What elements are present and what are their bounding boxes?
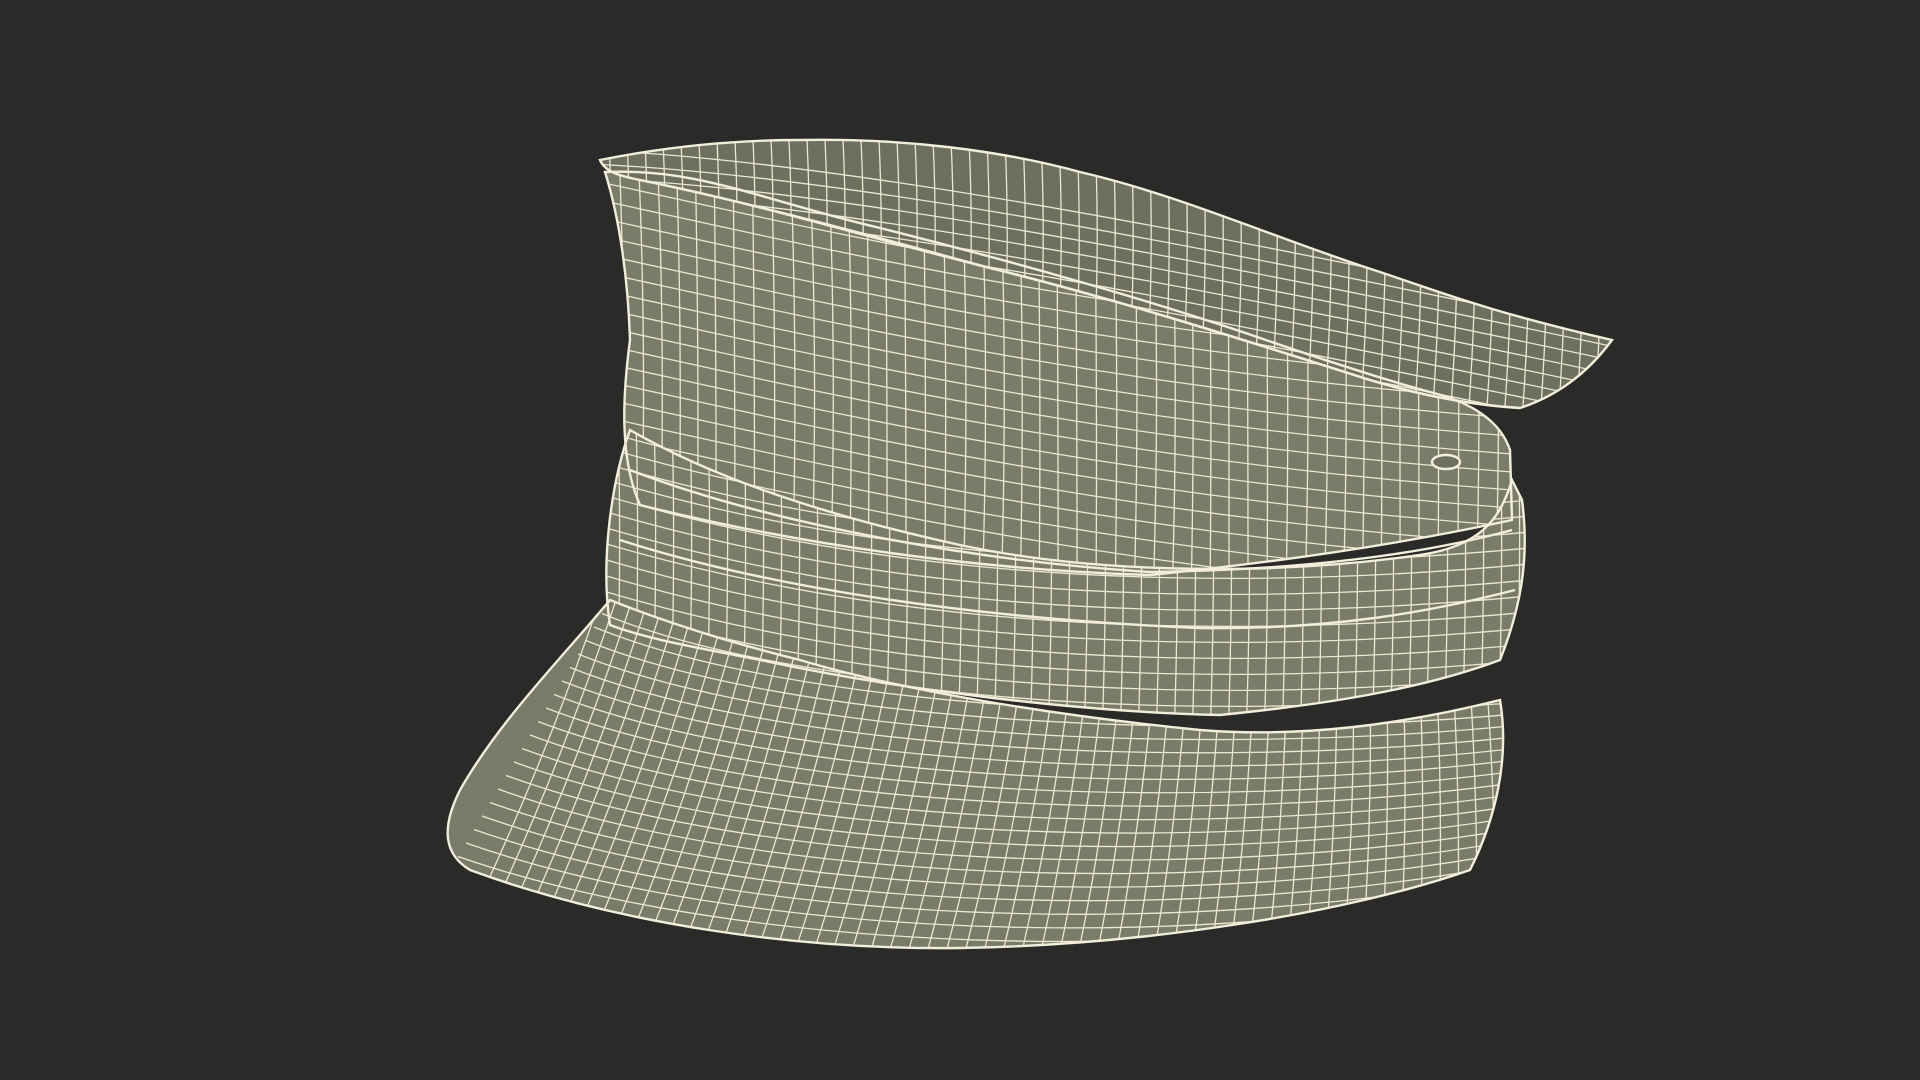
cap-wireframe-model	[0, 0, 1920, 1080]
eyelet-icon	[1430, 453, 1462, 471]
render-viewport	[0, 0, 1920, 1080]
